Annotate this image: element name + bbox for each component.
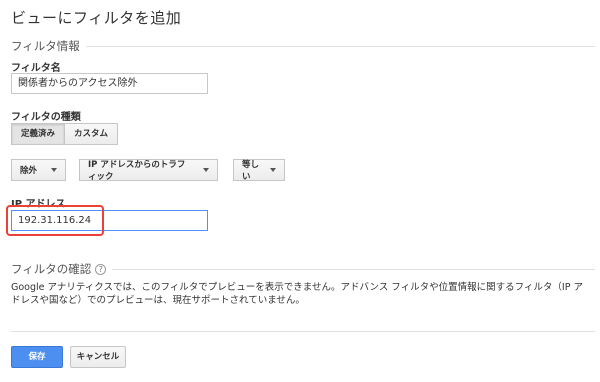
filter-info-section-label: フィルタ情報 — [11, 39, 80, 53]
action-dropdown-label: 除外 — [20, 166, 38, 176]
filter-type-tabs: 定義済み カスタム — [11, 123, 119, 145]
filter-info-section-header: フィルタ情報 — [11, 38, 595, 54]
filter-type-label: フィルタの種類 — [11, 112, 81, 123]
cancel-button[interactable]: キャンセル — [70, 346, 126, 368]
source-dropdown[interactable]: IP アドレスからのトラフィック — [79, 159, 218, 182]
preview-unavailable-note: Google アナリティクスでは、このフィルタでプレビューを表示できません。アド… — [11, 282, 583, 306]
save-button[interactable]: 保存 — [11, 346, 63, 368]
verify-section-header: フィルタの確認? — [11, 261, 595, 277]
chevron-down-icon — [51, 168, 57, 172]
bottom-divider — [11, 331, 595, 332]
section-divider — [112, 268, 595, 270]
tab-predefined[interactable]: 定義済み — [11, 123, 66, 145]
filter-name-input[interactable]: 関係者からのアクセス除外 — [11, 73, 208, 94]
verify-section-label: フィルタの確認? — [11, 261, 107, 277]
help-icon[interactable]: ? — [95, 264, 107, 275]
section-divider — [85, 45, 595, 47]
action-dropdown[interactable]: 除外 — [11, 159, 66, 181]
chevron-down-icon — [203, 168, 209, 172]
filter-name-label: フィルタ名 — [11, 63, 61, 74]
page-title: ビューにフィルタを追加 — [11, 9, 182, 27]
tab-custom[interactable]: カスタム — [65, 123, 119, 145]
highlight-annotation — [6, 205, 104, 236]
expression-dropdown[interactable]: 等しい — [233, 159, 285, 182]
chevron-down-icon — [270, 168, 276, 172]
source-dropdown-label: IP アドレスからのトラフィック — [88, 160, 186, 182]
expression-dropdown-label: 等しい — [242, 160, 260, 182]
